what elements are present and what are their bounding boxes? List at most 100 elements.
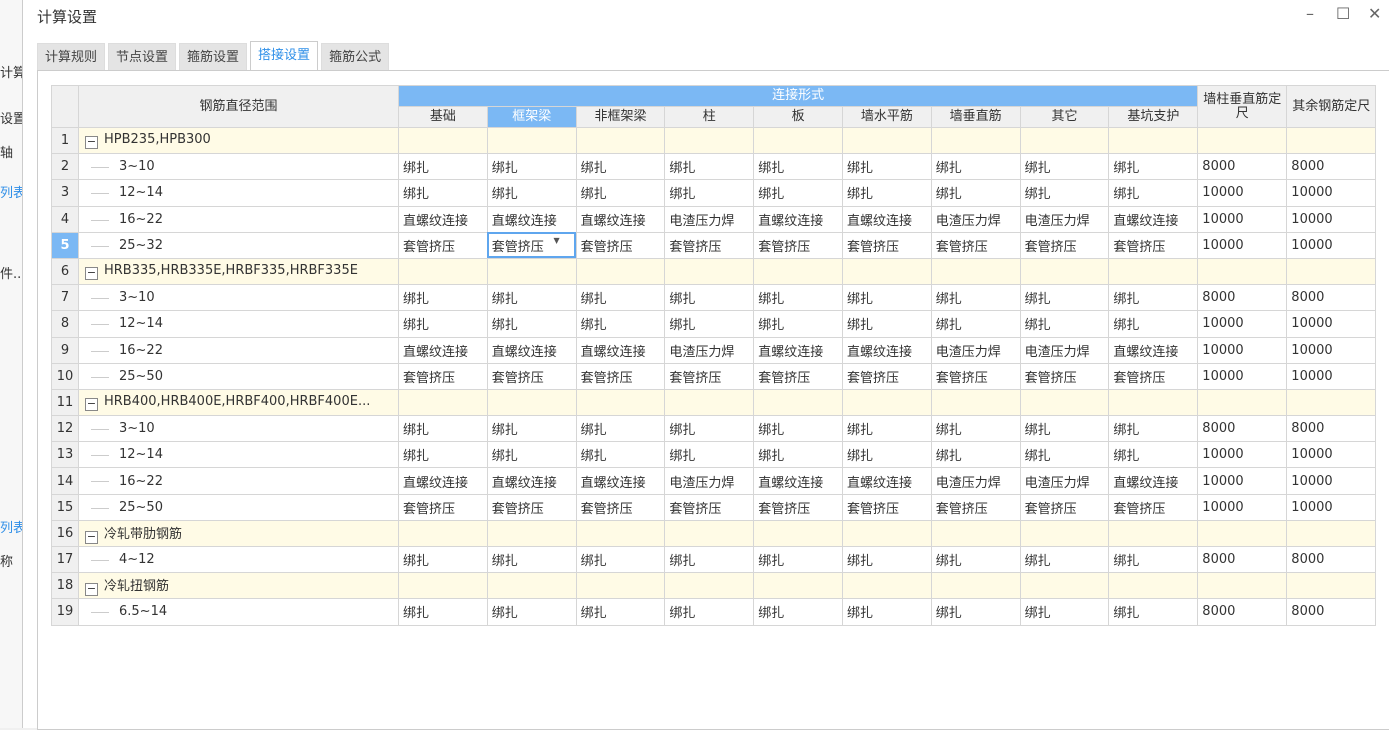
value-cell[interactable]: 10000 bbox=[1286, 336, 1377, 364]
value-cell[interactable]: 10000 bbox=[1286, 231, 1377, 259]
value-cell[interactable]: 绑扎 bbox=[1019, 545, 1110, 574]
value-cell[interactable] bbox=[664, 519, 755, 548]
value-cell[interactable]: 8000 bbox=[1197, 284, 1288, 312]
value-cell[interactable] bbox=[1019, 519, 1110, 548]
value-cell[interactable]: 直螺纹连接 bbox=[841, 467, 932, 495]
value-cell[interactable]: 绑扎 bbox=[1108, 310, 1199, 338]
table-row[interactable]: 9 16~22 直螺纹连接 直螺纹连接 直螺纹连接 电渣压力焊 直螺纹连接 直螺纹连接 电渣压力… bbox=[51, 336, 1377, 364]
value-cell[interactable] bbox=[398, 572, 488, 600]
collapse-icon[interactable]: − bbox=[85, 583, 98, 597]
collapse-icon[interactable]: − bbox=[85, 267, 98, 281]
value-cell[interactable]: 直螺纹连接 bbox=[575, 336, 666, 364]
value-cell[interactable]: 绑扎 bbox=[930, 179, 1021, 207]
value-cell[interactable]: 8000 bbox=[1286, 545, 1377, 574]
value-cell[interactable]: 8000 bbox=[1197, 415, 1288, 443]
value-cell[interactable]: 套管挤压 bbox=[753, 231, 843, 259]
group-row[interactable]: 11− HRB400,HRB400E,HRBF400,HRBF400E... bbox=[51, 388, 1377, 417]
value-cell[interactable]: 绑扎 bbox=[753, 545, 843, 574]
group-row[interactable]: 1− HPB235,HPB300 bbox=[51, 126, 1377, 155]
value-cell[interactable]: 绑扎 bbox=[664, 441, 755, 469]
value-cell[interactable] bbox=[1286, 572, 1377, 600]
tab-5[interactable]: 箍筋公式 bbox=[321, 43, 390, 70]
value-cell[interactable]: 绑扎 bbox=[841, 284, 932, 312]
value-cell[interactable]: 直螺纹连接 bbox=[1108, 336, 1199, 364]
collapse-icon[interactable]: − bbox=[85, 397, 98, 411]
value-cell[interactable]: 绑扎 bbox=[1108, 441, 1199, 469]
value-cell[interactable] bbox=[930, 572, 1021, 600]
value-cell[interactable]: 直螺纹连接 bbox=[841, 336, 932, 364]
value-cell[interactable]: 套管挤压 bbox=[1108, 493, 1199, 521]
value-cell[interactable]: 绑扎 bbox=[1108, 153, 1199, 181]
value-cell[interactable]: 套管挤压 bbox=[575, 362, 666, 390]
value-cell[interactable] bbox=[664, 126, 755, 155]
value-cell[interactable]: 套管挤压 ▼ bbox=[486, 231, 577, 259]
value-cell[interactable]: 直螺纹连接 bbox=[753, 336, 843, 364]
value-cell[interactable]: 套管挤压 bbox=[1019, 231, 1110, 259]
value-cell[interactable] bbox=[841, 126, 932, 155]
value-cell[interactable]: 绑扎 bbox=[930, 310, 1021, 338]
value-cell[interactable]: 绑扎 bbox=[753, 179, 843, 207]
value-cell[interactable]: 套管挤压 bbox=[664, 362, 755, 390]
column-header[interactable]: 墙垂直筋 bbox=[930, 106, 1021, 128]
value-cell[interactable]: 电渣压力焊 bbox=[664, 205, 755, 233]
value-cell[interactable]: 绑扎 bbox=[575, 598, 666, 626]
table-row[interactable]: 2 3~10 绑扎 绑扎 绑扎 绑扎 绑扎 绑扎 绑扎 绑扎 绑扎 8000 8000 bbox=[51, 153, 1377, 181]
value-cell[interactable] bbox=[486, 519, 577, 548]
collapse-icon[interactable]: − bbox=[85, 530, 98, 544]
table-row[interactable]: 15 25~50 套管挤压 套管挤压 套管挤压 套管挤压 套管挤压 套管挤压 套管挤压 套管挤压 套… bbox=[51, 493, 1377, 521]
value-cell[interactable]: 绑扎 bbox=[753, 598, 843, 626]
value-cell[interactable]: 10000 bbox=[1286, 441, 1377, 469]
value-cell[interactable]: 绑扎 bbox=[398, 179, 488, 207]
minimize-button[interactable]: – bbox=[1306, 4, 1314, 23]
value-cell[interactable]: 直螺纹连接 bbox=[486, 336, 577, 364]
value-cell[interactable]: 10000 bbox=[1197, 467, 1288, 495]
value-cell[interactable] bbox=[575, 257, 666, 286]
value-cell[interactable]: 直螺纹连接 bbox=[1108, 467, 1199, 495]
value-cell[interactable]: 绑扎 bbox=[486, 284, 577, 312]
value-cell[interactable]: 绑扎 bbox=[753, 310, 843, 338]
value-cell[interactable]: 10000 bbox=[1197, 441, 1288, 469]
value-cell[interactable] bbox=[1197, 388, 1288, 417]
value-cell[interactable]: 绑扎 bbox=[753, 153, 843, 181]
value-cell[interactable]: 直螺纹连接 bbox=[575, 467, 666, 495]
value-cell[interactable] bbox=[486, 257, 577, 286]
value-cell[interactable]: 绑扎 bbox=[575, 284, 666, 312]
value-cell[interactable] bbox=[664, 257, 755, 286]
value-cell[interactable]: 套管挤压 bbox=[664, 493, 755, 521]
group-row[interactable]: 6− HRB335,HRB335E,HRBF335,HRBF335E bbox=[51, 257, 1377, 286]
value-cell[interactable]: 绑扎 bbox=[1019, 179, 1110, 207]
value-cell[interactable]: 绑扎 bbox=[1019, 310, 1110, 338]
value-cell[interactable]: 套管挤压 bbox=[575, 493, 666, 521]
value-cell[interactable]: 绑扎 bbox=[575, 545, 666, 574]
maximize-button[interactable]: ☐ bbox=[1336, 4, 1350, 23]
value-cell[interactable]: 10000 bbox=[1197, 179, 1288, 207]
value-cell[interactable]: 套管挤压 bbox=[1108, 362, 1199, 390]
value-cell[interactable]: 绑扎 bbox=[486, 545, 577, 574]
value-cell[interactable]: 绑扎 bbox=[1019, 415, 1110, 443]
value-cell[interactable]: 绑扎 bbox=[398, 415, 488, 443]
value-cell[interactable] bbox=[753, 126, 843, 155]
group-row[interactable]: 18− 冷轧扭钢筋 bbox=[51, 572, 1377, 600]
value-cell[interactable] bbox=[753, 519, 843, 548]
value-cell[interactable] bbox=[664, 572, 755, 600]
value-cell[interactable] bbox=[1286, 126, 1377, 155]
value-cell[interactable]: 绑扎 bbox=[1108, 598, 1199, 626]
value-cell[interactable] bbox=[930, 388, 1021, 417]
column-header[interactable]: 非框架梁 bbox=[575, 106, 666, 128]
value-cell[interactable] bbox=[1197, 126, 1288, 155]
value-cell[interactable]: 套管挤压 bbox=[486, 362, 577, 390]
value-cell[interactable] bbox=[575, 126, 666, 155]
value-cell[interactable]: 10000 bbox=[1197, 362, 1288, 390]
value-cell[interactable]: 绑扎 bbox=[841, 441, 932, 469]
value-cell[interactable]: 绑扎 bbox=[664, 598, 755, 626]
value-cell[interactable] bbox=[575, 519, 666, 548]
value-cell[interactable]: 10000 bbox=[1286, 205, 1377, 233]
value-cell[interactable]: 绑扎 bbox=[1019, 598, 1110, 626]
value-cell[interactable]: 直螺纹连接 bbox=[398, 205, 488, 233]
value-cell[interactable] bbox=[930, 519, 1021, 548]
value-cell[interactable]: 绑扎 bbox=[1019, 284, 1110, 312]
value-cell[interactable] bbox=[1019, 572, 1110, 600]
value-cell[interactable]: 直螺纹连接 bbox=[753, 205, 843, 233]
collapse-icon[interactable]: − bbox=[85, 136, 98, 150]
value-cell[interactable]: 套管挤压 bbox=[841, 231, 932, 259]
